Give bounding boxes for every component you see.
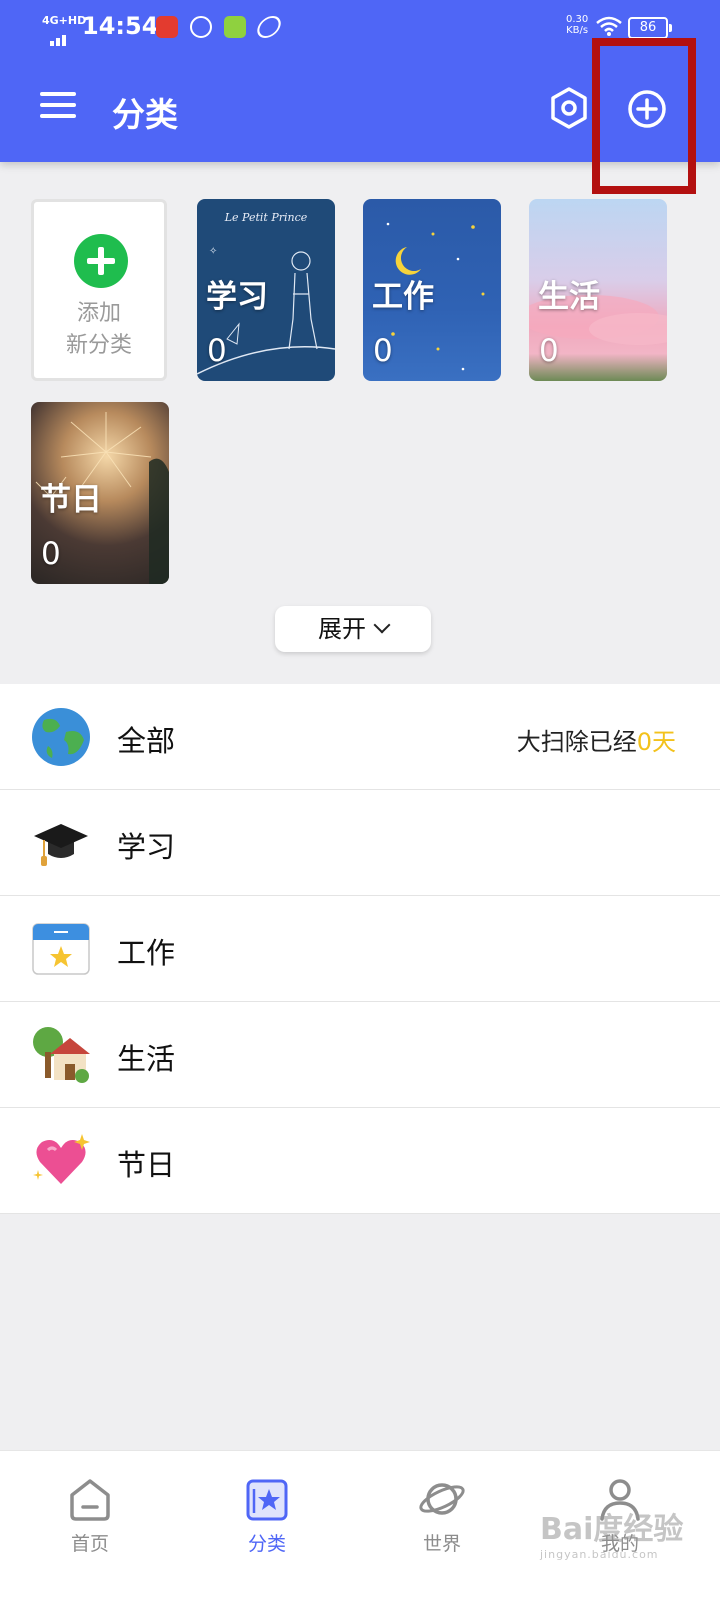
- app-notification-icon: [254, 16, 285, 38]
- category-card-life[interactable]: 生活 0: [529, 199, 667, 381]
- speed-value: 0.30: [566, 14, 589, 25]
- network-type: 4G+HD: [42, 14, 87, 27]
- house-tree-icon: [33, 1027, 90, 1083]
- sync-notification-icon: [190, 16, 213, 38]
- note-prefix: 大扫除已经: [516, 728, 637, 756]
- list-item-all[interactable]: 全部 大扫除已经0天: [0, 684, 720, 790]
- baidu-watermark: Bai度经验 jingyan.baidu.com: [540, 1504, 683, 1561]
- signal-indicator: 4G+HD: [42, 14, 86, 46]
- annotation-highlight-box: [592, 38, 696, 194]
- card-name: 节日: [40, 482, 102, 518]
- watermark-sub: jingyan.baidu.com: [540, 1548, 659, 1561]
- card-name: 工作: [372, 279, 434, 315]
- graduation-cap-icon: [34, 824, 88, 866]
- watermark-text: Bai度经验: [540, 1512, 684, 1547]
- wifi-icon: [596, 16, 622, 36]
- card-name: 生活: [538, 279, 600, 315]
- category-card-festival[interactable]: 节日 0: [31, 402, 169, 584]
- add-new-category-card[interactable]: 添加 新分类: [31, 199, 167, 381]
- chevron-down-icon: [373, 616, 391, 634]
- note-days: 0天: [636, 728, 676, 756]
- list-item-festival[interactable]: 节日: [0, 1108, 720, 1214]
- list-item-study[interactable]: 学习: [0, 790, 720, 896]
- category-icon: [246, 1479, 288, 1521]
- globe-icon: [32, 708, 90, 766]
- list-item-life[interactable]: 生活: [0, 1002, 720, 1108]
- expand-label: 展开: [318, 615, 366, 643]
- tab-label: 分类: [247, 1533, 286, 1555]
- settings-gear-icon[interactable]: [549, 86, 589, 130]
- card-count: 0: [41, 536, 61, 572]
- card-count: 0: [207, 333, 227, 369]
- card-count: 0: [539, 333, 559, 369]
- planet-icon: [419, 1483, 465, 1515]
- add-card-line1: 添加: [76, 301, 121, 326]
- category-card-study[interactable]: Le Petit Prince ✧ 学习 0: [197, 199, 335, 381]
- plus-circle-icon: [74, 234, 128, 288]
- battery-icon: 86: [628, 17, 672, 39]
- app-notification-icon: [224, 16, 247, 38]
- tab-label: 世界: [422, 1533, 461, 1555]
- tab-home[interactable]: 首页: [0, 1451, 180, 1600]
- signal-bars-icon: [50, 27, 68, 46]
- menu-button[interactable]: [40, 92, 76, 122]
- list-item-work[interactable]: 工作: [0, 896, 720, 1002]
- tab-category[interactable]: 分类: [177, 1451, 357, 1600]
- notification-icons: [156, 16, 287, 38]
- status-time: 14:54: [82, 12, 159, 40]
- sparkling-heart-icon: [33, 1134, 90, 1184]
- app-notification-icon: [156, 16, 178, 38]
- list-item-label: 节日: [117, 1148, 176, 1182]
- calendar-star-icon: [32, 923, 90, 975]
- card-count: 0: [373, 333, 393, 369]
- card-name: 学习: [206, 279, 268, 315]
- list-item-label: 全部: [117, 724, 176, 758]
- network-speed: 0.30 KB/s: [566, 14, 588, 36]
- expand-button[interactable]: 展开: [275, 606, 431, 652]
- tab-world[interactable]: 世界: [352, 1451, 532, 1600]
- tab-label: 首页: [70, 1533, 109, 1555]
- add-card-line2: 新分类: [65, 333, 132, 358]
- list-item-label: 生活: [117, 1042, 176, 1076]
- list-item-label: 学习: [117, 830, 176, 864]
- category-list: 全部 大扫除已经0天 学习 工作 生活 节日: [0, 684, 720, 1214]
- category-card-work[interactable]: 工作 0: [363, 199, 501, 381]
- cleanup-days-note: 大扫除已经0天: [517, 722, 676, 757]
- page-title: 分类: [112, 95, 178, 134]
- speed-unit: KB/s: [566, 25, 589, 36]
- add-card-label: 添加 新分类: [34, 298, 164, 362]
- home-icon: [70, 1479, 110, 1521]
- list-item-label: 工作: [117, 936, 176, 970]
- svg-text:✧: ✧: [209, 246, 217, 257]
